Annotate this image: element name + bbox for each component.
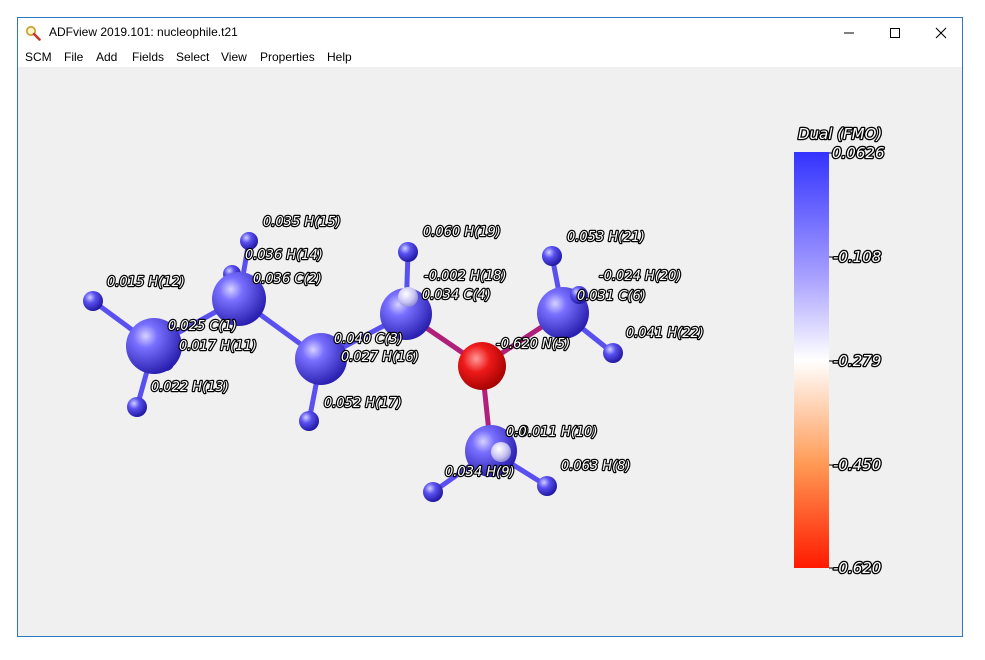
legend-title: Dual (FMO) <box>798 125 882 143</box>
atom-h12[interactable] <box>83 291 103 311</box>
window-title: ADFview 2019.101: nucleophile.t21 <box>49 25 238 39</box>
menu-bar: SCM File Add Fields Select View Properti… <box>18 48 962 67</box>
title-bar[interactable]: ADFview 2019.101: nucleophile.t21 <box>18 18 962 48</box>
close-button[interactable] <box>918 18 964 48</box>
menu-file[interactable]: File <box>64 50 83 64</box>
menu-fields[interactable]: Fields <box>132 50 164 64</box>
menu-view[interactable]: View <box>221 50 247 64</box>
maximize-button[interactable] <box>872 18 918 48</box>
maximize-icon <box>890 28 900 38</box>
atom-label: 0.0 <box>506 425 527 440</box>
atom-h8[interactable] <box>537 476 557 496</box>
atom-label: 0.041 H(22) <box>626 326 704 341</box>
legend-tick-label: -0.108 <box>833 248 881 266</box>
menu-select[interactable]: Select <box>176 50 209 64</box>
atom-label: 0.015 H(12) <box>107 275 185 290</box>
atom-label: 0.025 C(1) <box>168 319 237 334</box>
atom-label: 0.063 H(8) <box>561 459 631 474</box>
heavy-atoms[interactable] <box>126 272 589 477</box>
atom-label: -0.011 H(10) <box>515 425 598 440</box>
atom-h18[interactable] <box>398 287 418 307</box>
minimize-button[interactable] <box>826 18 872 48</box>
close-icon <box>935 27 947 39</box>
atom-label: 0.027 H(16) <box>341 350 419 365</box>
menu-properties[interactable]: Properties <box>260 50 315 64</box>
atom-label: 0.036 C(2) <box>253 272 322 287</box>
molecule-canvas[interactable]: 0.035 H(15) 0.036 H(14) 0.036 C(2) 0.015… <box>18 67 962 636</box>
atom-label: 0.040 C(3) <box>334 332 403 347</box>
atom-h10[interactable] <box>491 442 511 462</box>
atom-label: 0.031 C(6) <box>577 289 646 304</box>
atom-h21[interactable] <box>542 246 562 266</box>
atom-label: 0.052 H(17) <box>324 396 402 411</box>
atom-h17[interactable] <box>299 411 319 431</box>
atom-label: 0.022 H(13) <box>151 380 229 395</box>
legend-color-bar <box>794 152 829 568</box>
atom-label: 0.017 H(11) <box>179 339 257 354</box>
atom-h13[interactable] <box>127 397 147 417</box>
atom-label: 0.036 H(14) <box>245 248 323 263</box>
menu-scm[interactable]: SCM <box>25 50 52 64</box>
atom-h22[interactable] <box>603 343 623 363</box>
atom-h19[interactable] <box>398 242 418 262</box>
atom-h9[interactable] <box>423 482 443 502</box>
atom-label: 0.035 H(15) <box>263 215 341 230</box>
atom-label: 0.034 H(9) <box>445 465 515 480</box>
menu-add[interactable]: Add <box>96 50 117 64</box>
atom-label: 0.060 H(19) <box>423 225 501 240</box>
menu-help[interactable]: Help <box>327 50 352 64</box>
atom-label: 0.053 H(21) <box>567 230 645 245</box>
legend-tick-label: -0.450 <box>833 456 881 474</box>
legend-tick-label: -0.620 <box>833 559 881 577</box>
color-legend: Dual (FMO) 0.0626 -0.108 -0.279 -0.450 -… <box>794 124 886 578</box>
atom-label: -0.620 N(5) <box>496 337 570 352</box>
magnifier-icon <box>25 25 41 41</box>
molecule-viewport[interactable]: 0.035 H(15) 0.036 H(14) 0.036 C(2) 0.015… <box>18 67 962 636</box>
legend-tick-label: -0.279 <box>833 352 881 370</box>
legend-tick-label: 0.0626 <box>832 144 885 162</box>
app-window: ADFview 2019.101: nucleophile.t21 SCM Fi… <box>17 17 963 637</box>
atom-label: -0.024 H(20) <box>599 269 682 284</box>
atom-label: 0.034 C(4) <box>422 288 491 303</box>
minimize-icon <box>844 32 854 34</box>
atom-label: -0.002 H(18) <box>424 269 507 284</box>
